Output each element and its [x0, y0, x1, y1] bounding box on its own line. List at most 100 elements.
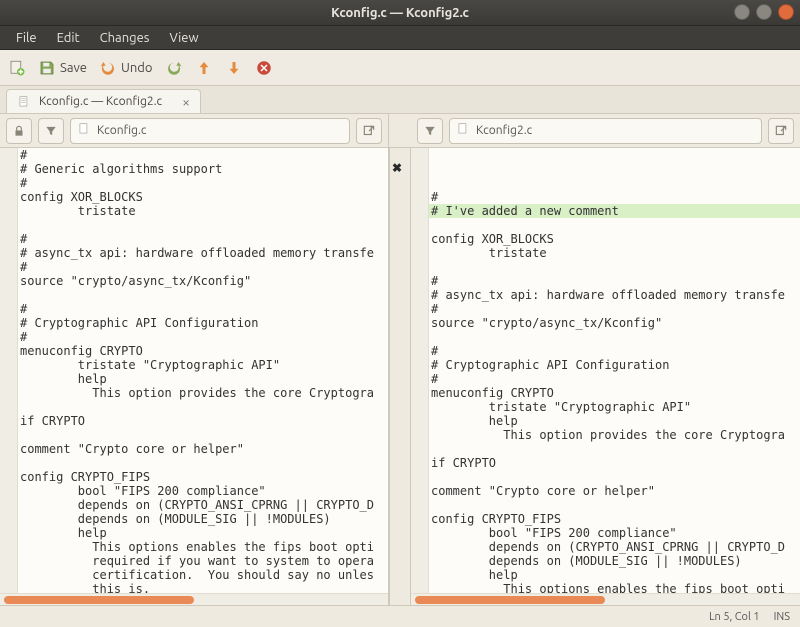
code-line: #: [429, 274, 800, 288]
window-controls: [734, 4, 794, 20]
stop-button[interactable]: [255, 59, 273, 77]
code-line: help: [18, 526, 388, 540]
undo-button[interactable]: Undo: [99, 59, 153, 77]
code-line: # Generic algorithms support: [18, 162, 388, 176]
code-line: certification. You should say no unles: [18, 568, 388, 582]
code-line: depends on (CRYPTO_ANSI_CPRNG || CRYPTO_…: [429, 540, 800, 554]
window-title: Kconfig.c — Kconfig2.c: [0, 6, 800, 20]
code-line: #: [18, 176, 388, 190]
left-hscroll[interactable]: [0, 593, 388, 605]
code-line: this is.: [18, 582, 388, 593]
code-line: [429, 330, 800, 344]
code-line: #: [429, 344, 800, 358]
left-file-path[interactable]: Kconfig.c: [70, 118, 350, 144]
tab-label: Kconfig.c — Kconfig2.c: [39, 95, 162, 108]
code-line: menuconfig CRYPTO: [429, 386, 800, 400]
insert-mode: INS: [774, 611, 790, 623]
menu-changes[interactable]: Changes: [90, 29, 160, 47]
code-line: depends on (CRYPTO_ANSI_CPRNG || CRYPTO_…: [18, 498, 388, 512]
code-line: [429, 470, 800, 484]
code-line: bool "FIPS 200 compliance": [429, 526, 800, 540]
code-line: config XOR_BLOCKS: [18, 190, 388, 204]
maximize-button[interactable]: [756, 4, 772, 20]
code-line: depends on (MODULE_SIG || !MODULES): [18, 512, 388, 526]
document-icon: [77, 122, 91, 139]
code-line: [18, 400, 388, 414]
code-line: This option provides the core Cryptogra: [429, 428, 800, 442]
cursor-position: Ln 5, Col 1: [709, 611, 760, 623]
push-up-button[interactable]: [195, 59, 213, 77]
code-line: [18, 288, 388, 302]
code-line: tristate: [18, 204, 388, 218]
tab-comparison[interactable]: Kconfig.c — Kconfig2.c ×: [6, 89, 201, 113]
redo-button[interactable]: [165, 59, 183, 77]
pane-headers: Kconfig.c Kconfig2.c: [0, 114, 800, 148]
filter-button-right[interactable]: [417, 118, 443, 144]
code-line: depends on (MODULE_SIG || !MODULES): [429, 554, 800, 568]
code-line: menuconfig CRYPTO: [18, 344, 388, 358]
code-line: [429, 218, 800, 232]
tab-close-icon[interactable]: ×: [170, 94, 190, 110]
toolbar: Save Undo: [0, 50, 800, 86]
mid-gutter: ✖: [389, 148, 411, 605]
close-button[interactable]: [778, 4, 794, 20]
document-icon: [456, 122, 470, 139]
minimize-button[interactable]: [734, 4, 750, 20]
code-line: help: [429, 414, 800, 428]
code-line: if CRYPTO: [429, 456, 800, 470]
code-line: This option provides the core Cryptogra: [18, 386, 388, 400]
code-line: # I've added a new comment: [429, 204, 800, 218]
new-comparison-button[interactable]: [8, 59, 26, 77]
code-line: bool "FIPS 200 compliance": [18, 484, 388, 498]
code-line: tristate "Cryptographic API": [18, 358, 388, 372]
menubar: File Edit Changes View: [0, 26, 800, 50]
menu-file[interactable]: File: [6, 29, 47, 47]
left-gutter: [0, 148, 18, 593]
right-hscroll[interactable]: [411, 593, 800, 605]
filter-button-left[interactable]: [38, 118, 64, 144]
code-line: This options enables the fips boot opti: [429, 582, 800, 593]
tabbar: Kconfig.c — Kconfig2.c ×: [0, 86, 800, 114]
right-file-path[interactable]: Kconfig2.c: [449, 118, 762, 144]
titlebar: Kconfig.c — Kconfig2.c: [0, 0, 800, 26]
code-line: [429, 498, 800, 512]
right-gutter: [411, 148, 429, 593]
left-filename: Kconfig.c: [97, 124, 146, 137]
code-line: comment "Crypto core or helper": [18, 442, 388, 456]
code-line: help: [429, 568, 800, 582]
code-line: # async_tx api: hardware offloaded memor…: [18, 246, 388, 260]
code-line: #: [429, 302, 800, 316]
code-line: help: [18, 372, 388, 386]
lock-button-left[interactable]: [6, 118, 32, 144]
code-line: # async_tx api: hardware offloaded memor…: [429, 288, 800, 302]
code-line: This options enables the fips boot opti: [18, 540, 388, 554]
open-external-right[interactable]: [768, 118, 794, 144]
diff-reject-icon[interactable]: ✖: [392, 161, 402, 175]
code-line: tristate "Cryptographic API": [429, 400, 800, 414]
code-line: #: [18, 148, 388, 162]
right-code-area[interactable]: ## I've added a new comment config XOR_B…: [411, 148, 800, 605]
menu-edit[interactable]: Edit: [47, 29, 90, 47]
undo-label: Undo: [121, 61, 153, 75]
code-line: #: [429, 372, 800, 386]
open-external-left[interactable]: [356, 118, 382, 144]
code-line: tristate: [429, 246, 800, 260]
left-code-area[interactable]: ## Generic algorithms support#config XOR…: [0, 148, 389, 605]
code-line: source "crypto/async_tx/Kconfig": [429, 316, 800, 330]
right-filename: Kconfig2.c: [476, 124, 532, 137]
statusbar: Ln 5, Col 1 INS: [0, 605, 800, 627]
save-button[interactable]: Save: [38, 59, 87, 77]
push-down-button[interactable]: [225, 59, 243, 77]
menu-view[interactable]: View: [159, 29, 208, 47]
code-line: [429, 442, 800, 456]
document-icon: [17, 95, 31, 109]
left-code-lines: ## Generic algorithms support#config XOR…: [18, 148, 388, 593]
right-hscroll-thumb[interactable]: [415, 596, 605, 604]
code-line: source "crypto/async_tx/Kconfig": [18, 274, 388, 288]
left-hscroll-thumb[interactable]: [4, 596, 194, 604]
code-line: #: [18, 330, 388, 344]
left-pane-header: Kconfig.c: [0, 114, 389, 148]
right-pane-header: Kconfig2.c: [411, 114, 800, 148]
code-line: #: [429, 190, 800, 204]
code-line: required if you want to system to opera: [18, 554, 388, 568]
